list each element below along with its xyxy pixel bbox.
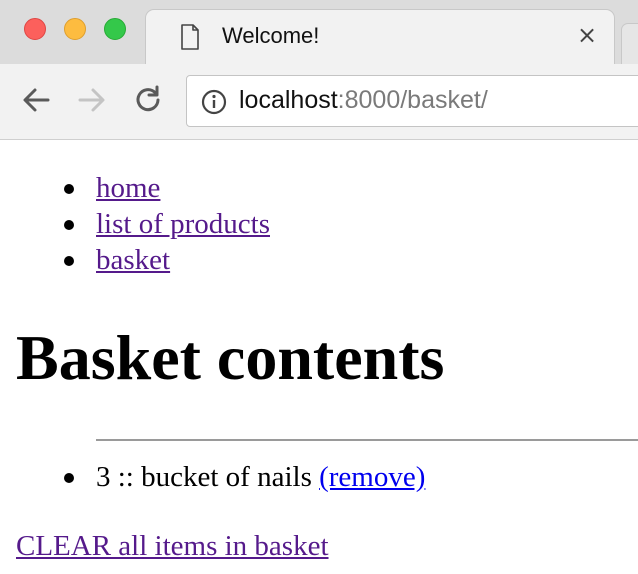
- window-close-button[interactable]: [24, 18, 46, 40]
- reload-icon[interactable]: [132, 84, 164, 116]
- url-text: localhost:8000/basket/: [239, 86, 488, 115]
- url-host: localhost: [239, 86, 338, 114]
- window-maximize-button[interactable]: [104, 18, 126, 40]
- new-tab-button[interactable]: [622, 24, 638, 64]
- item-name: bucket of nails: [141, 461, 312, 493]
- info-icon[interactable]: [201, 89, 227, 115]
- browser-toolbar: localhost:8000/basket/: [0, 64, 638, 140]
- bullet: [64, 184, 74, 194]
- browser-tab[interactable]: Welcome! ×: [146, 10, 614, 64]
- back-arrow-icon[interactable]: [20, 84, 52, 116]
- nav-item-basket: basket: [64, 242, 270, 278]
- forward-arrow-icon[interactable]: [76, 84, 108, 116]
- item-separator: ::: [117, 461, 134, 493]
- nav-list: home list of products basket: [64, 170, 270, 278]
- nav-item-products: list of products: [64, 206, 270, 242]
- clear-basket-link[interactable]: CLEAR all items in basket: [16, 528, 329, 564]
- url-path: :8000/basket/: [337, 86, 488, 114]
- browser-chrome: Welcome! × localhost:8000/basket/: [0, 0, 638, 140]
- address-bar[interactable]: localhost:8000/basket/: [186, 75, 638, 127]
- tab-strip: Welcome! ×: [0, 0, 638, 64]
- basket-item-list: 3 :: bucket of nails (remove): [64, 459, 425, 495]
- nav-item-home: home: [64, 170, 270, 206]
- list-of-products-link[interactable]: list of products: [96, 208, 270, 240]
- bullet: [64, 256, 74, 266]
- page-content: home list of products basket Basket cont…: [0, 140, 638, 574]
- bullet: [64, 220, 74, 230]
- list-item: 3 :: bucket of nails (remove): [64, 459, 425, 495]
- page-title: Basket contents: [16, 322, 445, 393]
- horizontal-divider: [96, 439, 638, 441]
- basket-link[interactable]: basket: [96, 244, 170, 276]
- item-quantity: 3: [96, 461, 111, 493]
- bullet: [64, 473, 74, 483]
- window-minimize-button[interactable]: [64, 18, 86, 40]
- remove-item-link[interactable]: (remove): [319, 461, 425, 493]
- tab-close-icon[interactable]: ×: [574, 20, 600, 50]
- home-link[interactable]: home: [96, 172, 160, 204]
- tab-title: Welcome!: [222, 23, 320, 48]
- page-document-icon: [181, 24, 199, 50]
